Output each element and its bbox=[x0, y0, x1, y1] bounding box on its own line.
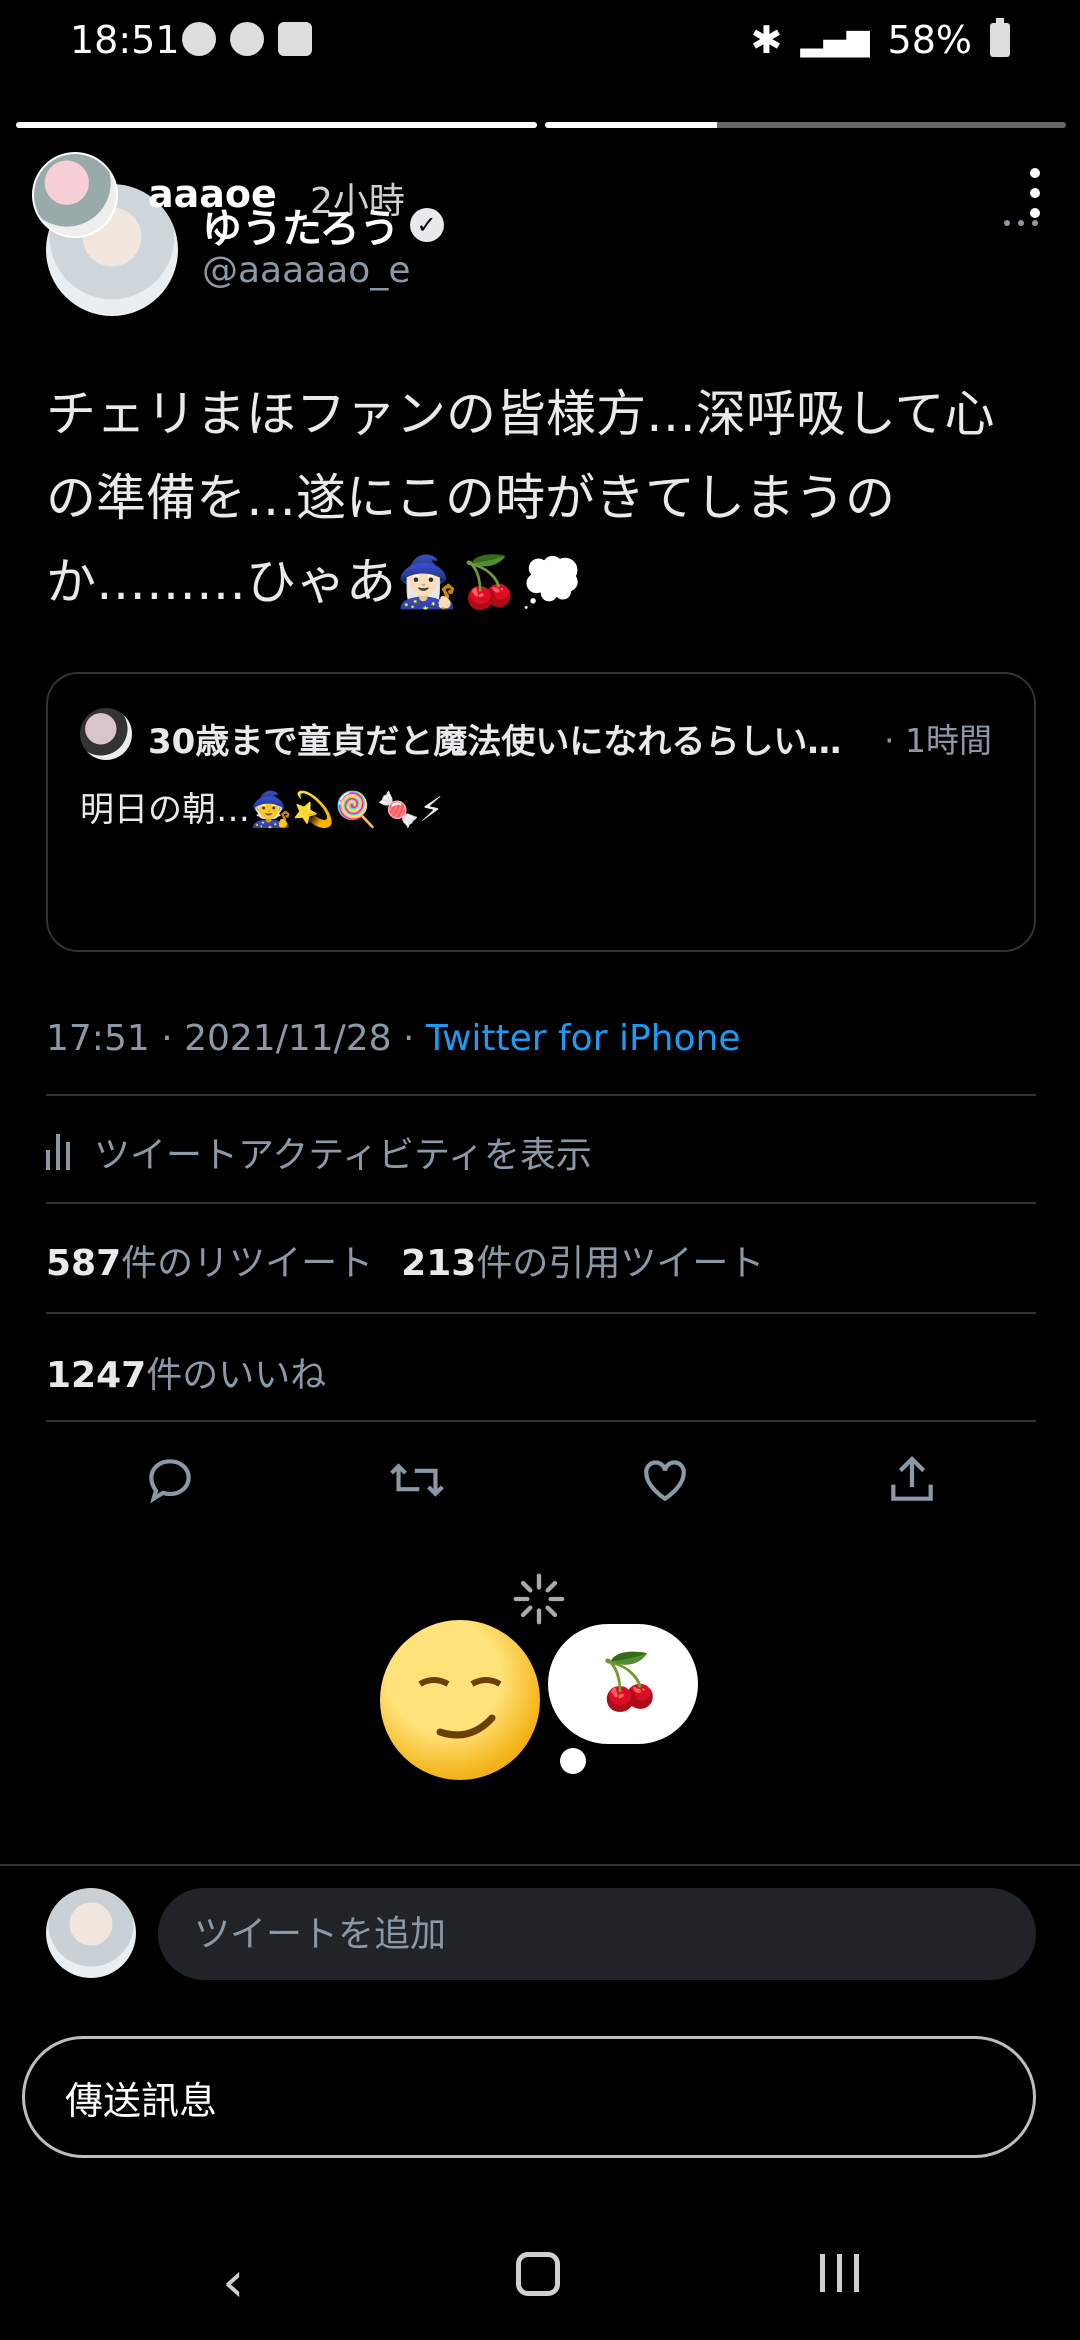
cherry-sticker: 🍒 bbox=[596, 1650, 664, 1713]
share-icon[interactable] bbox=[880, 1448, 944, 1512]
status-icons-left bbox=[182, 22, 312, 56]
like-icon[interactable] bbox=[633, 1448, 697, 1512]
battery-percent: 58% bbox=[887, 18, 972, 62]
chat-bubble-icon bbox=[182, 22, 216, 56]
tweet-handle[interactable]: @aaaaao_e bbox=[202, 250, 410, 291]
verified-icon: ✓ bbox=[409, 208, 444, 242]
quoted-tweet[interactable]: 30歳まで童貞だと魔法使いになれるらしい… · 1時間 明日の朝…🧙💫🍭🍬⚡ bbox=[46, 672, 1036, 952]
story-progress-segment-1 bbox=[16, 122, 537, 128]
reply-icon[interactable] bbox=[138, 1448, 202, 1512]
story-progress bbox=[16, 122, 1066, 128]
nav-home-icon[interactable] bbox=[516, 2252, 560, 2296]
signal-icon: ▂▄▆ bbox=[800, 22, 870, 58]
likes-count-link[interactable]: 1247件のいいね bbox=[46, 1346, 326, 1398]
quoted-tweet-name: 30歳まで童貞だと魔法使いになれるらしい… bbox=[148, 722, 842, 762]
tweet-activity-link[interactable]: ツイートアクティビティを表示 bbox=[46, 1126, 592, 1178]
analytics-icon bbox=[46, 1134, 70, 1170]
story-more-icon[interactable] bbox=[1030, 168, 1044, 218]
divider bbox=[46, 1202, 1036, 1204]
reply-user-avatar bbox=[46, 1888, 136, 1978]
retweet-icon[interactable] bbox=[385, 1448, 449, 1512]
reply-input[interactable] bbox=[158, 1888, 1036, 1980]
nav-recents-icon[interactable] bbox=[820, 2254, 859, 2292]
divider bbox=[46, 1420, 1036, 1422]
send-message-label: 傳送訊息 bbox=[65, 2078, 218, 2123]
quoted-tweet-avatar bbox=[80, 708, 132, 760]
tweet-more-icon[interactable] bbox=[1004, 220, 1038, 226]
battery-icon bbox=[990, 18, 1010, 57]
status-time: 18:51 bbox=[70, 18, 180, 62]
thought-bubble-dot bbox=[560, 1748, 586, 1774]
shazam-icon bbox=[230, 22, 264, 56]
nav-back-icon[interactable]: ‹ bbox=[222, 2250, 244, 2315]
tweet-source-link[interactable]: Twitter for iPhone bbox=[426, 1018, 741, 1059]
tweet-activity-label[interactable]: ツイートアクティビティを表示 bbox=[94, 1126, 592, 1178]
status-icons-right: ✱ ▂▄▆ 58% bbox=[750, 18, 1010, 62]
check-square-icon bbox=[278, 22, 312, 56]
retweets-count-link[interactable]: 587件のリツイート bbox=[46, 1234, 373, 1286]
tweet-actions bbox=[46, 1448, 1036, 1512]
tweet-timestamp: 17:51 · 2021/11/28 · bbox=[46, 1018, 426, 1059]
bluetooth-icon: ✱ bbox=[750, 18, 783, 62]
tweet-text: チェリまほファンの皆様方…深呼吸して心の準備を…遂にこの時がきてしまうのか………… bbox=[46, 385, 995, 611]
quoted-tweet-time: · 1時間 bbox=[884, 721, 992, 760]
divider bbox=[46, 1094, 1036, 1096]
divider bbox=[46, 1312, 1036, 1314]
tweet-meta: 17:51 · 2021/11/28 · Twitter for iPhone bbox=[46, 1018, 740, 1059]
story-user-avatar[interactable] bbox=[32, 152, 118, 238]
story-progress-segment-2 bbox=[545, 122, 1066, 128]
tweet-counts: 587件のリツイート 213件の引用ツイート bbox=[46, 1234, 764, 1286]
quotes-count-link[interactable]: 213件の引用ツイート bbox=[401, 1234, 764, 1286]
smirk-emoji-sticker bbox=[380, 1620, 540, 1780]
send-message-field[interactable]: 傳送訊息 bbox=[22, 2036, 1036, 2158]
tweet-display-name[interactable]: ゆうたろう ✓ bbox=[202, 196, 444, 254]
quoted-tweet-text: 明日の朝…🧙💫🍭🍬⚡ bbox=[80, 790, 444, 830]
reply-bar-divider bbox=[0, 1864, 1080, 1866]
